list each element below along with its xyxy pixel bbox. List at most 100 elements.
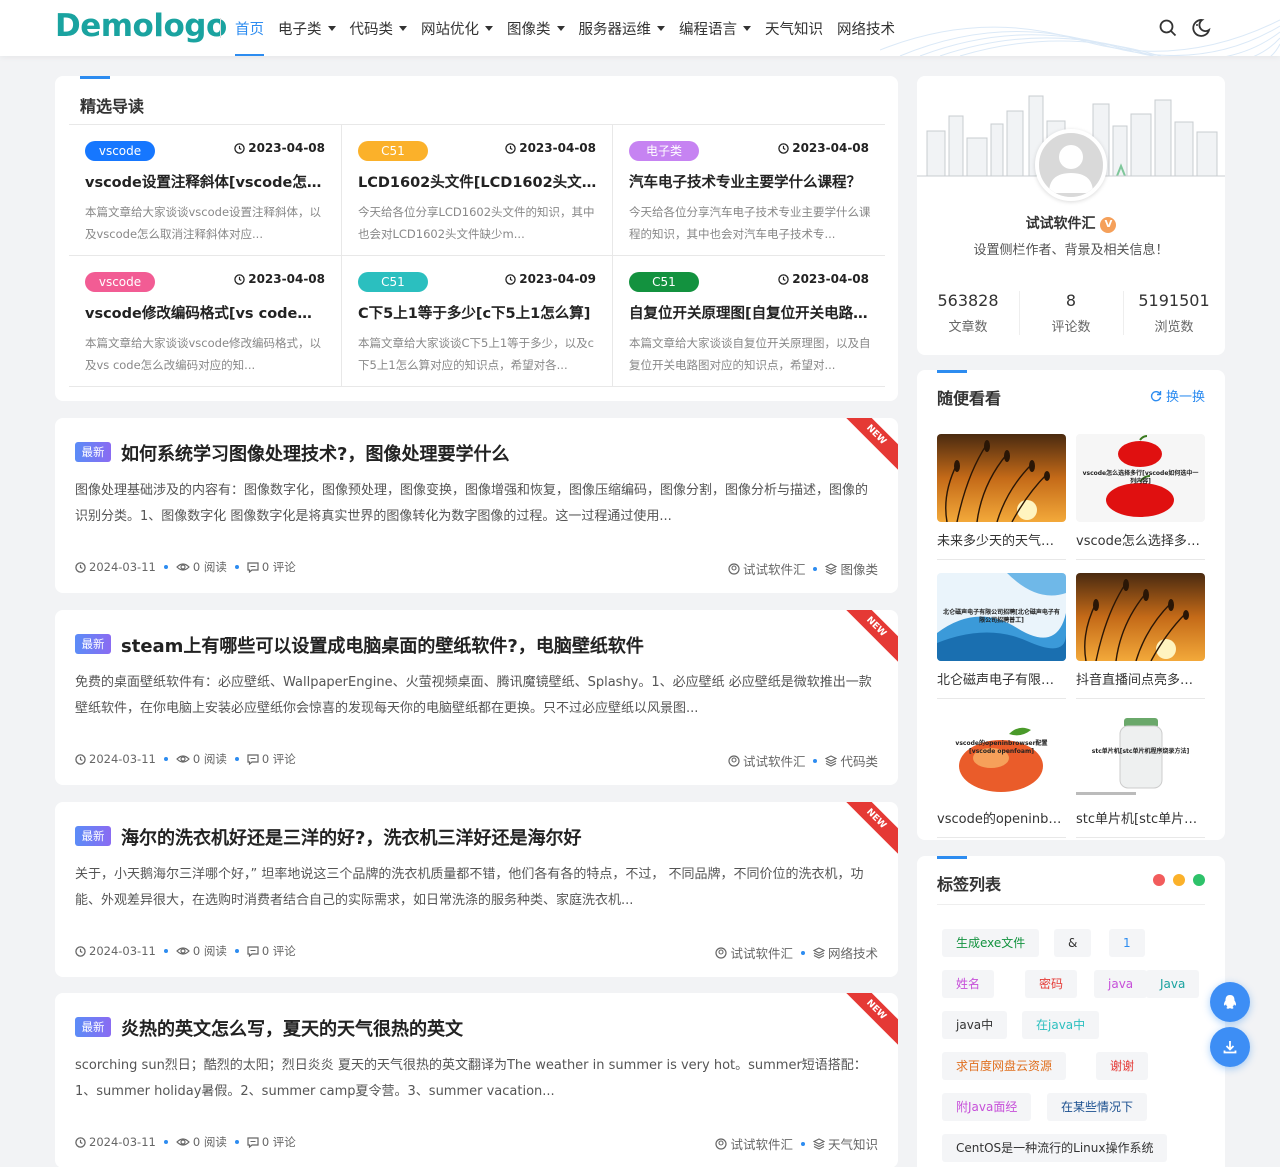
tag-chip[interactable]: 在java中 bbox=[1022, 1011, 1100, 1039]
nav-item-label: 代码类 bbox=[349, 21, 394, 38]
thumbnail-caption[interactable]: vscode的openinbrowser配置 bbox=[937, 808, 1066, 827]
category-badge[interactable]: C51 bbox=[358, 272, 428, 292]
featured-item[interactable]: C51 2023-04-09 C下5上1等于多少[c下5上1怎么算] 本篇文章给大家谈… bbox=[341, 256, 613, 387]
stat-value: 8 bbox=[1065, 291, 1077, 310]
thumbnail-caption[interactable]: vscode怎么选择多行[vscode如何选中一列内容] bbox=[1076, 530, 1205, 549]
author-name[interactable]: 试试软件汇 V bbox=[917, 213, 1225, 233]
post-comments[interactable]: 0 评论 bbox=[247, 559, 296, 575]
featured-item[interactable]: vscode 2023-04-08 vscode修改编码格式[vs code怎么改编… bbox=[69, 256, 341, 387]
tag-chip[interactable]: 姓名 bbox=[942, 970, 995, 998]
tag-chip[interactable]: CentOS是一种流行的Linux操作系统 bbox=[942, 1134, 1168, 1162]
tag-chip[interactable]: 附Java面经 bbox=[942, 1093, 1032, 1121]
tag-chip[interactable]: 1 bbox=[1109, 929, 1145, 957]
qq-contact-button[interactable] bbox=[1210, 982, 1250, 1022]
thumbnail-image[interactable]: vscode的openinbrowser配置[vscode openfoam] bbox=[937, 712, 1066, 800]
nav-item-0[interactable]: 首页 bbox=[235, 0, 264, 56]
category-badge[interactable]: C51 bbox=[358, 141, 428, 161]
site-logo[interactable]: Demologo bbox=[55, 8, 227, 44]
thumbnail-overlay-text: vscode的openinbrowser配置[vscode openfoam] bbox=[955, 740, 1048, 755]
featured-item-title[interactable]: 自复位开关原理图[自复位开关电路图] bbox=[629, 302, 869, 323]
nav-item-2[interactable]: 代码类 bbox=[349, 0, 407, 56]
thumbnail-image[interactable]: stc单片机[stc单片机程序烧录方法] bbox=[1076, 712, 1205, 800]
nav-item-7[interactable]: 天气知识 bbox=[765, 0, 823, 56]
featured-item[interactable]: C51 2023-04-08 自复位开关原理图[自复位开关电路图] 本篇文章给大家谈谈… bbox=[613, 256, 885, 387]
category-badge[interactable]: vscode bbox=[85, 272, 155, 292]
post-comments[interactable]: 0 评论 bbox=[247, 1134, 296, 1150]
nav-item-3[interactable]: 网站优化 bbox=[421, 0, 493, 56]
chevron-down-icon bbox=[743, 25, 751, 31]
category-badge[interactable]: 电子类 bbox=[629, 141, 699, 161]
post-category[interactable]: 图像类 bbox=[825, 559, 878, 578]
tag-chip[interactable]: 在某些情况下 bbox=[1047, 1093, 1148, 1121]
post-comments[interactable]: 0 评论 bbox=[247, 751, 296, 767]
post-title[interactable]: 炎热的英文怎么写，夏天的天气很热的英文 bbox=[121, 1015, 463, 1041]
new-ribbon: NEW bbox=[841, 610, 898, 662]
post-author[interactable]: 试试软件汇 bbox=[715, 943, 793, 962]
eye-icon bbox=[175, 563, 190, 571]
nav-item-1[interactable]: 电子类 bbox=[278, 0, 336, 56]
search-icon[interactable] bbox=[1158, 18, 1178, 38]
tag-chip[interactable]: java中 bbox=[942, 1011, 1008, 1039]
nav-item-5[interactable]: 服务器运维 bbox=[579, 0, 665, 56]
category-badge[interactable]: C51 bbox=[629, 272, 699, 292]
nav-item-8[interactable]: 网络技术 bbox=[837, 0, 895, 56]
thumbnail-caption[interactable]: stc单片机[stc单片机程序烧录方法] bbox=[1076, 808, 1205, 827]
section-accent bbox=[80, 76, 110, 79]
tag-chip[interactable]: 生成exe文件 bbox=[942, 929, 1040, 957]
thumbnail-caption[interactable]: 北仑磁声电子有限公司招聘 bbox=[937, 669, 1066, 688]
tag-chip[interactable]: java bbox=[1094, 970, 1148, 998]
nav-item-label: 首页 bbox=[235, 21, 264, 38]
chevron-down-icon bbox=[657, 25, 665, 31]
nav-item-4[interactable]: 图像类 bbox=[507, 0, 565, 56]
refresh-button[interactable]: 换一换 bbox=[1150, 386, 1205, 405]
thumbnail-caption[interactable]: 未来多少天的天气预报 bbox=[937, 530, 1066, 549]
nav-item-6[interactable]: 编程语言 bbox=[679, 0, 751, 56]
post-comments[interactable]: 0 评论 bbox=[247, 943, 296, 959]
download-button[interactable] bbox=[1210, 1027, 1250, 1067]
featured-item[interactable]: 电子类 2023-04-08 汽车电子技术专业主要学什么课程？ 今天给各位分享汽车电子… bbox=[613, 125, 885, 256]
featured-item-title[interactable]: 汽车电子技术专业主要学什么课程？ bbox=[629, 171, 869, 192]
featured-item-title[interactable]: vscode设置注释斜体[vscode怎么取消注释斜体] bbox=[85, 171, 325, 192]
thumbnail-image[interactable]: 北仑磁声电子有限公司招聘[北仑磁声电子有限公司招聘普工] bbox=[937, 573, 1066, 661]
thumbnail-caption[interactable]: 抖音直播间点亮多少个粉丝灯牌 bbox=[1076, 669, 1205, 688]
tag-chip[interactable]: 求百度网盘云资源 bbox=[942, 1052, 1067, 1080]
new-ribbon: NEW bbox=[841, 418, 898, 470]
post-card[interactable]: NEW 最新 炎热的英文怎么写，夏天的天气很热的英文 scorching sun烈日；… bbox=[55, 993, 898, 1167]
post-meta-right: 试试软件汇 天气知识 bbox=[715, 1134, 878, 1153]
post-category[interactable]: 天气知识 bbox=[812, 1134, 878, 1153]
thumbnail-image[interactable] bbox=[1076, 573, 1205, 661]
featured-item[interactable]: vscode 2023-04-08 vscode设置注释斜体[vscode怎么取消注… bbox=[69, 125, 341, 256]
post-card[interactable]: NEW 最新 steam上有哪些可以设置成电脑桌面的壁纸软件?，电脑壁纸软件 免费的桌… bbox=[55, 610, 898, 785]
new-tag: 最新 bbox=[75, 826, 111, 846]
post-author[interactable]: 试试软件汇 bbox=[715, 1134, 793, 1153]
tag-chip[interactable]: & bbox=[1054, 929, 1092, 957]
category-badge[interactable]: vscode bbox=[85, 141, 155, 161]
date-text: 2024-03-11 bbox=[89, 1135, 156, 1149]
thumbnail-overlay-text: stc单片机[stc单片机程序烧录方法] bbox=[1091, 748, 1190, 755]
dark-mode-icon[interactable] bbox=[1191, 18, 1211, 38]
thumbnail-image[interactable]: vscode怎么选择多行[vscode如何选中一列内容] bbox=[1076, 434, 1205, 522]
clock-icon bbox=[75, 1136, 86, 1148]
post-author[interactable]: 试试软件汇 bbox=[728, 559, 805, 578]
post-title[interactable]: 如何系统学习图像处理技术?，图像处理要学什么 bbox=[121, 440, 509, 466]
tag-chip[interactable]: 密码 bbox=[1025, 970, 1078, 998]
tag-chip[interactable]: 谢谢 bbox=[1096, 1052, 1149, 1080]
featured-item-title[interactable]: C下5上1等于多少[c下5上1怎么算] bbox=[358, 302, 598, 323]
featured-item-title[interactable]: vscode修改编码格式[vs code怎么改编码] bbox=[85, 302, 325, 323]
post-title[interactable]: 海尔的洗衣机好还是三洋的好?，洗衣机三洋好还是海尔好 bbox=[121, 824, 581, 850]
author-avatar[interactable] bbox=[1035, 129, 1107, 201]
thumbnail-image[interactable] bbox=[937, 434, 1066, 522]
post-category[interactable]: 网络技术 bbox=[812, 943, 878, 962]
featured-item[interactable]: C51 2023-04-08 LCD1602头文件[LCD1602头文件缺少] 今天给… bbox=[341, 125, 613, 256]
tag-chip[interactable]: Java bbox=[1146, 970, 1200, 998]
post-category[interactable]: 代码类 bbox=[825, 751, 878, 770]
post-title[interactable]: steam上有哪些可以设置成电脑桌面的壁纸软件?，电脑壁纸软件 bbox=[121, 632, 644, 658]
tags-title: 标签列表 bbox=[937, 875, 1002, 894]
post-card[interactable]: NEW 最新 如何系统学习图像处理技术?，图像处理要学什么 图像处理基础涉及的内容有：… bbox=[55, 418, 898, 593]
featured-section: 精选导读 vscode 2023-04-08 vscode设置注释斜体[vscode… bbox=[55, 76, 898, 401]
post-views: 0 阅读 bbox=[175, 943, 227, 959]
post-author[interactable]: 试试软件汇 bbox=[728, 751, 805, 770]
new-tag: 最新 bbox=[75, 442, 111, 462]
featured-item-title[interactable]: LCD1602头文件[LCD1602头文件缺少] bbox=[358, 171, 598, 192]
post-card[interactable]: NEW 最新 海尔的洗衣机好还是三洋的好?，洗衣机三洋好还是海尔好 关于，小天鹅海尔三… bbox=[55, 802, 898, 977]
